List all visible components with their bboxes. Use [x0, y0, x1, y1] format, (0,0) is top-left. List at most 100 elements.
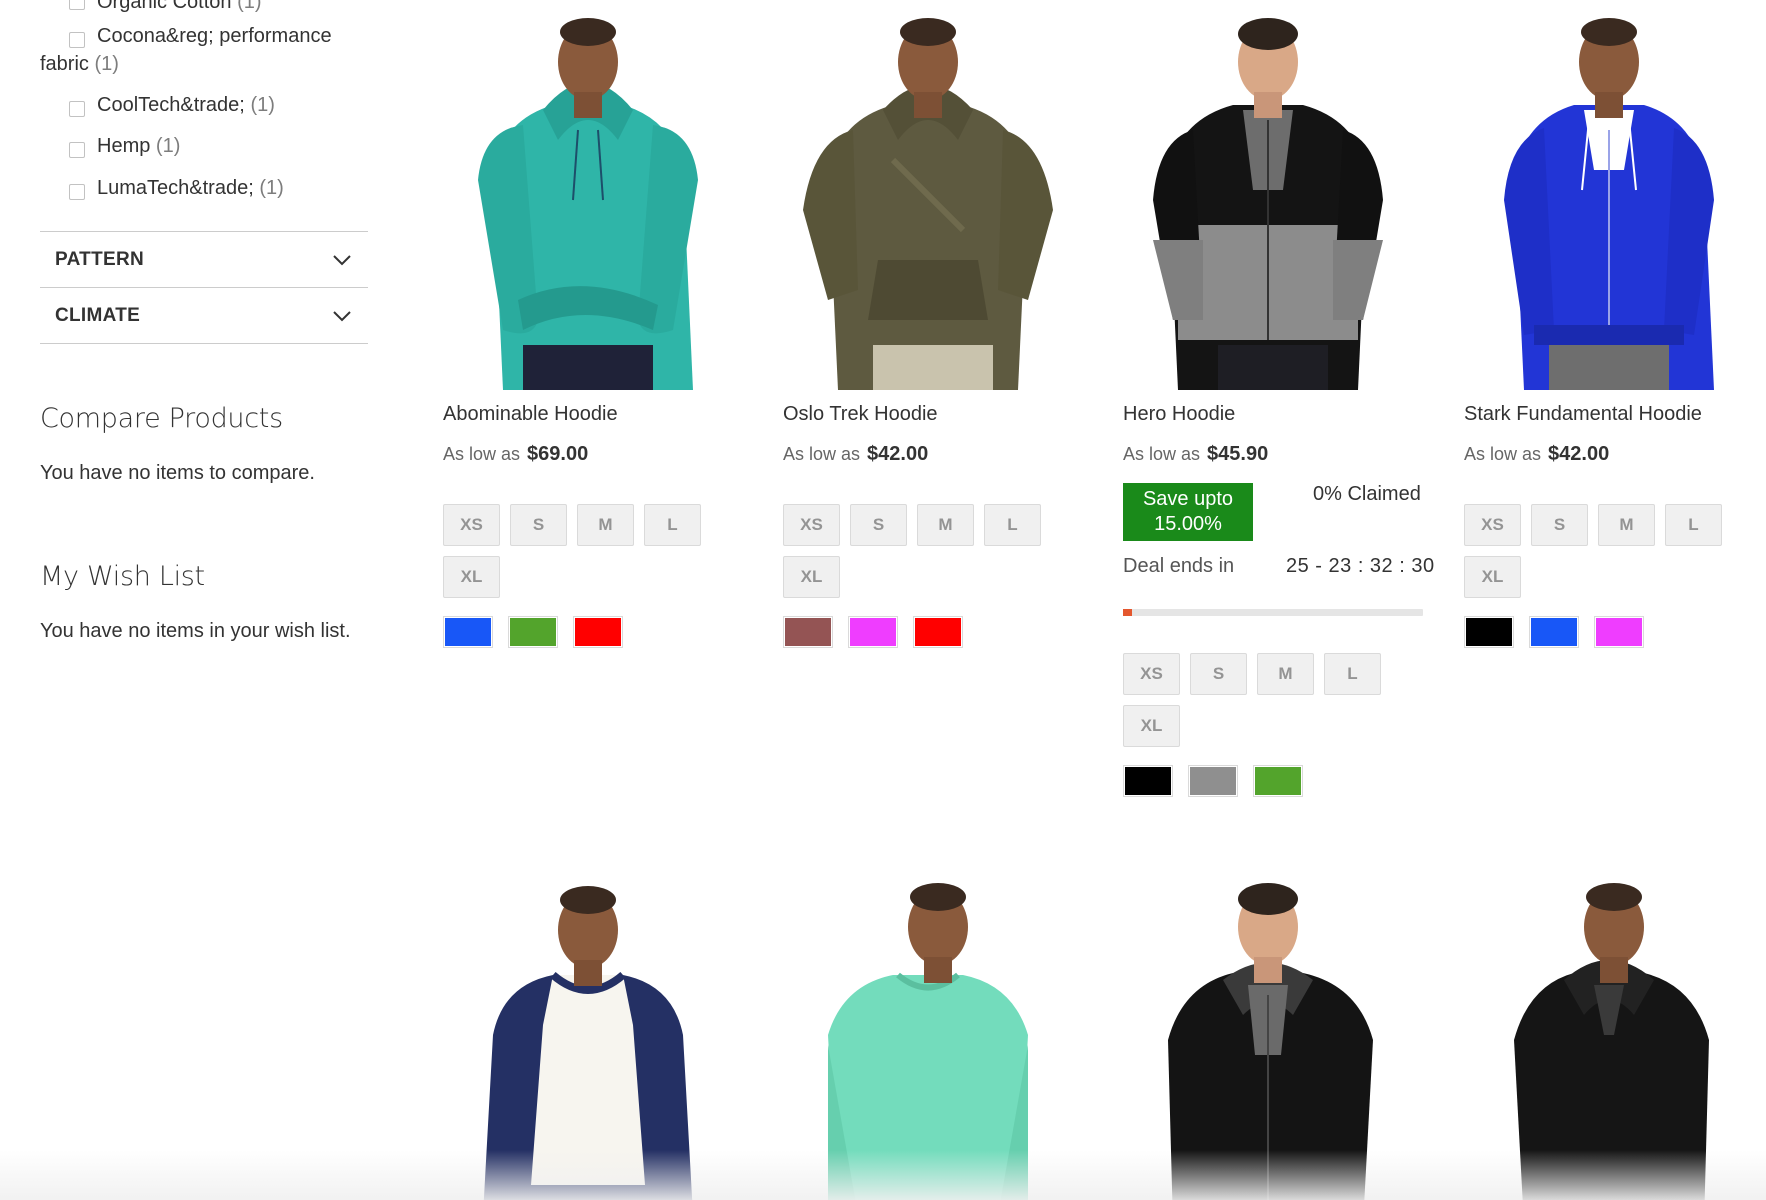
product-image[interactable] — [1123, 0, 1413, 390]
size-s[interactable]: S — [850, 504, 907, 546]
deal-progress-bar — [1123, 609, 1423, 616]
wishlist-title: My Wish List — [40, 561, 205, 592]
size-l[interactable]: L — [644, 504, 701, 546]
color-swatches — [1464, 616, 1644, 648]
divider — [40, 343, 368, 344]
filter-option[interactable]: CoolTech&trade; (1) — [69, 91, 359, 119]
size-m[interactable]: M — [917, 504, 974, 546]
color-swatch[interactable] — [1253, 765, 1303, 797]
chevron-down-icon — [333, 254, 351, 265]
color-swatches — [1123, 765, 1303, 797]
size-options: XS S M L XL — [1123, 653, 1403, 747]
size-m[interactable]: M — [1257, 653, 1314, 695]
material-filter-list: Organic Cotton (1) Cocona&reg; performan… — [40, 0, 368, 232]
product-name[interactable]: Hero Hoodie — [1123, 403, 1235, 426]
size-xs[interactable]: XS — [783, 504, 840, 546]
size-xl[interactable]: XL — [1464, 556, 1521, 598]
filter-header-climate[interactable]: CLIMATE — [40, 287, 368, 343]
color-swatch[interactable] — [1594, 616, 1644, 648]
color-swatch[interactable] — [913, 616, 963, 648]
deal-badge-line1: Save upto — [1142, 488, 1234, 510]
deal-badge: Save upto 15.00% — [1123, 483, 1253, 541]
size-s[interactable]: S — [1190, 653, 1247, 695]
deal-claimed: 0% Claimed — [1313, 483, 1421, 505]
color-swatch[interactable] — [1188, 765, 1238, 797]
size-s[interactable]: S — [510, 504, 567, 546]
size-s[interactable]: S — [1531, 504, 1588, 546]
deal-ends-label: Deal ends in — [1123, 555, 1235, 577]
product-image[interactable] — [1123, 860, 1413, 1200]
color-swatch[interactable] — [848, 616, 898, 648]
chevron-down-icon — [333, 310, 351, 321]
size-m[interactable]: M — [1598, 504, 1655, 546]
product-price: As low as $69.00 — [443, 443, 588, 466]
sidebar: Organic Cotton (1) Cocona&reg; performan… — [40, 0, 368, 642]
product-image[interactable] — [1464, 860, 1754, 1200]
size-xl[interactable]: XL — [443, 556, 500, 598]
price-value: $42.00 — [867, 443, 929, 465]
color-swatch[interactable] — [443, 616, 493, 648]
deal-timer: 25 - 23 : 32 : 30 — [1286, 555, 1435, 577]
filter-option-label: CoolTech&trade; — [97, 94, 245, 116]
product-image[interactable] — [443, 860, 733, 1200]
product-price: As low as $42.00 — [783, 443, 928, 466]
size-l[interactable]: L — [1665, 504, 1722, 546]
filter-option[interactable]: Cocona&reg; performance fabric (1) — [40, 22, 359, 78]
compare-title: Compare Products — [40, 403, 283, 434]
filter-option-label: Organic Cotton — [97, 0, 232, 13]
product-name[interactable]: Oslo Trek Hoodie — [783, 403, 938, 426]
color-swatch[interactable] — [1529, 616, 1579, 648]
compare-empty-text: You have no items to compare. — [40, 462, 315, 484]
size-xs[interactable]: XS — [1123, 653, 1180, 695]
color-swatch[interactable] — [1123, 765, 1173, 797]
product-price: As low as $45.90 — [1123, 443, 1268, 466]
checkbox[interactable] — [69, 101, 85, 117]
filter-option-label-cont: fabric — [40, 53, 89, 75]
size-l[interactable]: L — [984, 504, 1041, 546]
size-options: XS S M L XL — [443, 504, 723, 598]
deal-badge-line2: 15.00% — [1154, 513, 1222, 535]
filter-option-count: (1) — [259, 177, 284, 199]
product-name[interactable]: Stark Fundamental Hoodie — [1464, 403, 1702, 426]
scroll-fade — [0, 1150, 1766, 1200]
filter-option-count: (1) — [237, 0, 262, 13]
product-image[interactable] — [783, 0, 1073, 390]
size-m[interactable]: M — [577, 504, 634, 546]
color-swatches — [783, 616, 963, 648]
color-swatch[interactable] — [783, 616, 833, 648]
product-image[interactable] — [1464, 0, 1754, 390]
filter-option-count: (1) — [94, 53, 119, 75]
size-xl[interactable]: XL — [1123, 705, 1180, 747]
filter-header-pattern[interactable]: PATTERN — [40, 231, 368, 287]
filter-option[interactable]: Organic Cotton (1) — [69, 0, 359, 16]
color-swatch[interactable] — [508, 616, 558, 648]
filter-option-label: LumaTech&trade; — [97, 177, 254, 199]
filter-header-label: CLIMATE — [55, 304, 141, 326]
product-name[interactable]: Abominable Hoodie — [443, 403, 618, 426]
checkbox[interactable] — [69, 184, 85, 200]
price-prefix: As low as — [1464, 444, 1542, 464]
size-options: XS S M L XL — [783, 504, 1063, 598]
size-l[interactable]: L — [1324, 653, 1381, 695]
checkbox[interactable] — [69, 32, 85, 48]
product-image[interactable] — [443, 0, 733, 390]
size-xs[interactable]: XS — [443, 504, 500, 546]
filter-option-label: Hemp — [97, 135, 151, 157]
filter-option[interactable]: Hemp (1) — [69, 132, 359, 160]
size-xl[interactable]: XL — [783, 556, 840, 598]
color-swatch[interactable] — [573, 616, 623, 648]
product-price: As low as $42.00 — [1464, 443, 1609, 466]
filter-option-label: Cocona&reg; performance — [97, 25, 332, 47]
checkbox[interactable] — [69, 142, 85, 158]
checkbox[interactable] — [69, 0, 85, 10]
size-xs[interactable]: XS — [1464, 504, 1521, 546]
size-options: XS S M L XL — [1464, 504, 1744, 598]
filter-option[interactable]: LumaTech&trade; (1) — [69, 174, 359, 202]
filter-header-label: PATTERN — [55, 248, 145, 270]
product-image[interactable] — [783, 860, 1073, 1200]
deal-progress-fill — [1123, 609, 1132, 616]
price-prefix: As low as — [443, 444, 521, 464]
price-prefix: As low as — [783, 444, 861, 464]
filter-option-count: (1) — [155, 135, 181, 157]
color-swatch[interactable] — [1464, 616, 1514, 648]
